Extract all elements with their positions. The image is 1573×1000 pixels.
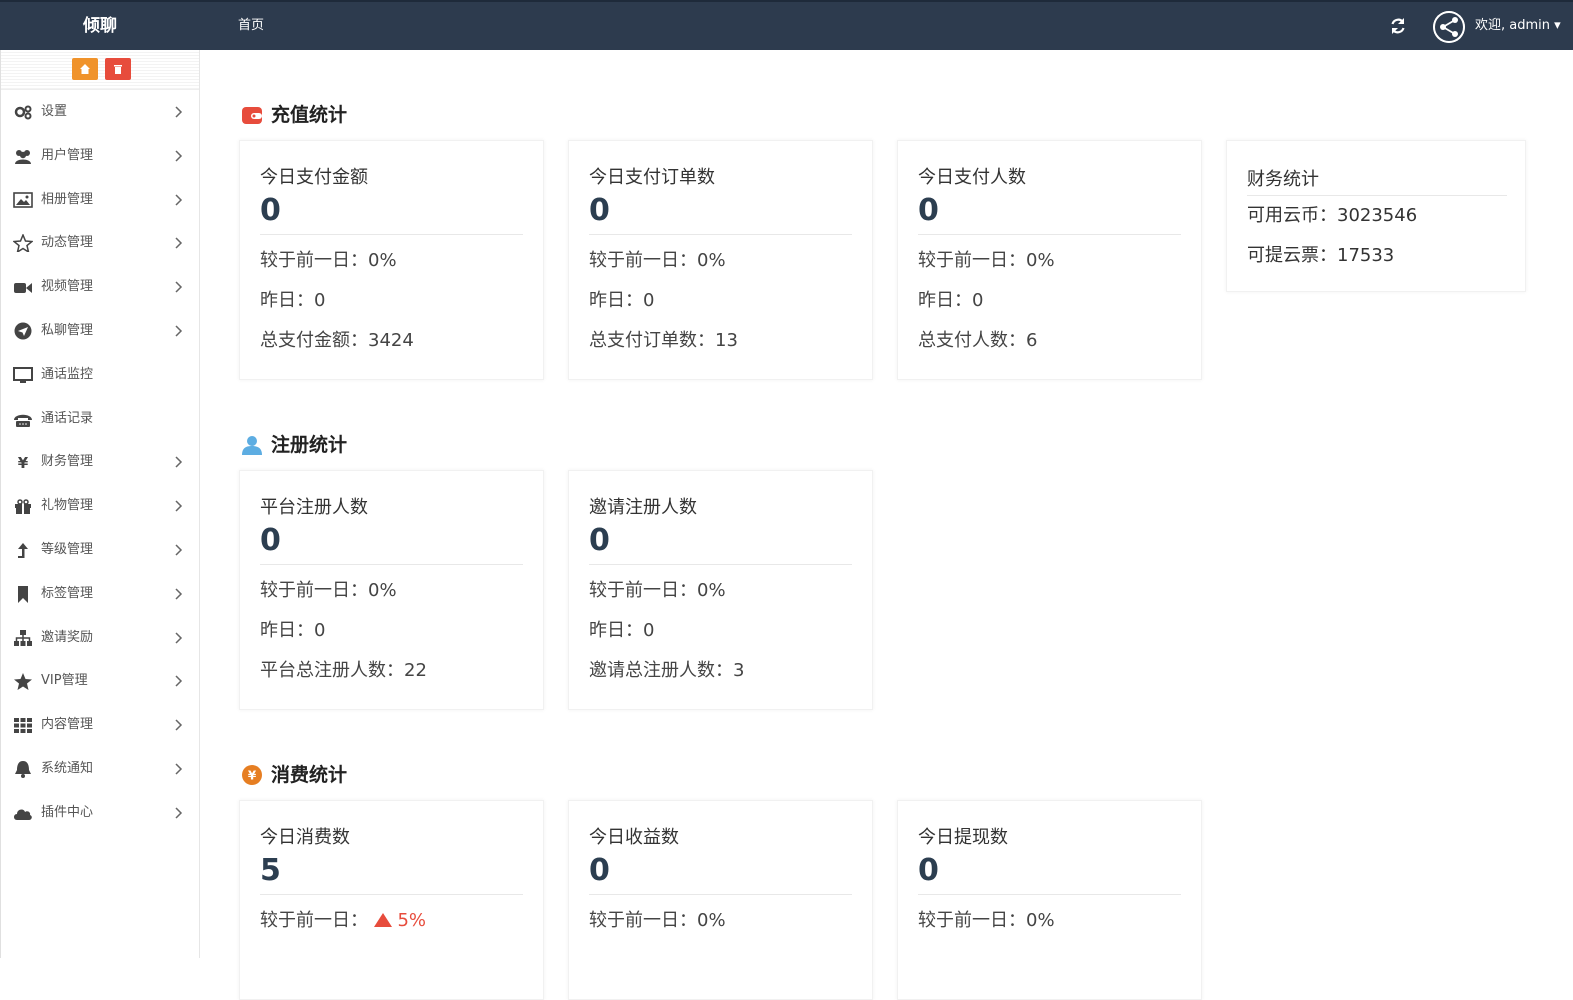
sidebar: 设置用户管理相册管理动态管理视频管理私聊管理通话监控通话记录 ¥ 财务管理礼物管理等… xyxy=(0,50,200,958)
chevron-right-icon xyxy=(175,675,183,687)
sidebar-item-8[interactable]: ¥ 财务管理 xyxy=(1,440,199,484)
chevron-right-icon xyxy=(175,456,183,468)
sidebar-item-label: 等级管理 xyxy=(41,541,94,557)
sidebar-item-11[interactable]: 标签管理 xyxy=(1,572,199,616)
level-up-icon xyxy=(18,542,28,558)
sidebar-item-16[interactable]: 插件中心 xyxy=(1,791,199,835)
trash-icon[interactable] xyxy=(105,58,131,80)
user-icon xyxy=(242,436,262,455)
gear-icon xyxy=(14,105,32,120)
card-pay-orders: 今日支付订单数 0 较于前一日：0% 昨日：0 总支付订单数：13 xyxy=(568,140,873,380)
brand-logo[interactable]: 倾聊 xyxy=(0,2,200,50)
user-menu[interactable]: 欢迎, admin ▾ xyxy=(1475,2,1561,50)
refresh-icon[interactable] xyxy=(1388,16,1408,36)
video-camera-icon xyxy=(14,283,32,294)
sidebar-item-label: 私聊管理 xyxy=(41,322,94,338)
picture-icon xyxy=(13,191,33,208)
card-platform-register: 平台注册人数 0 较于前一日：0% 昨日：0 平台总注册人数：22 xyxy=(239,470,544,710)
svg-text:¥: ¥ xyxy=(248,769,257,783)
chevron-right-icon xyxy=(175,325,183,337)
sidebar-item-12[interactable]: 邀请奖励 xyxy=(1,616,199,660)
sitemap-icon xyxy=(14,629,32,646)
up-triangle-icon xyxy=(373,913,392,927)
bookmark-icon xyxy=(18,585,28,603)
users-icon xyxy=(15,149,31,164)
chevron-right-icon xyxy=(175,500,183,512)
sidebar-item-label: 通话监控 xyxy=(41,366,94,382)
card-finance: 财务统计 可用云币：3023546 可提云票：17533 xyxy=(1226,140,1526,292)
sidebar-item-2[interactable]: 相册管理 xyxy=(1,178,199,222)
gift-icon xyxy=(15,499,31,515)
chevron-right-icon xyxy=(175,763,183,775)
sidebar-item-14[interactable]: 内容管理 xyxy=(1,703,199,747)
chevron-right-icon xyxy=(175,150,183,162)
sidebar-item-label: 财务管理 xyxy=(41,454,94,470)
wallet-icon xyxy=(242,107,262,124)
avatar[interactable] xyxy=(1433,11,1465,43)
sidebar-item-label: 系统通知 xyxy=(41,760,94,776)
chevron-right-icon xyxy=(175,719,183,731)
bell-icon xyxy=(15,760,31,778)
sidebar-item-7[interactable]: 通话记录 xyxy=(1,397,199,441)
chevron-right-icon xyxy=(175,281,183,293)
sidebar-item-15[interactable]: 系统通知 xyxy=(1,747,199,791)
cloud-icon xyxy=(14,809,32,820)
chevron-right-icon xyxy=(175,194,183,206)
grid-icon xyxy=(14,718,32,734)
sidebar-item-label: 标签管理 xyxy=(41,585,94,601)
section-consume-title: ¥ 消费统计 xyxy=(241,762,347,788)
sidebar-item-6[interactable]: 通话监控 xyxy=(1,353,199,397)
sidebar-item-0[interactable]: 设置 xyxy=(1,90,199,134)
sidebar-item-label: 设置 xyxy=(41,104,68,119)
sidebar-item-label: 邀请奖励 xyxy=(41,629,94,645)
chevron-right-icon xyxy=(175,632,183,644)
sidebar-item-13[interactable]: VIP管理 xyxy=(1,659,199,703)
sidebar-item-label: VIP管理 xyxy=(41,673,88,689)
compare-row: 较于前一日： 5% xyxy=(260,910,427,931)
svg-text:¥: ¥ xyxy=(18,454,29,471)
chevron-right-icon xyxy=(175,237,183,249)
card-income-today: 今日收益数 0 较于前一日：0% xyxy=(568,800,873,1000)
sidebar-item-label: 礼物管理 xyxy=(41,498,94,514)
chevron-right-icon xyxy=(175,544,183,556)
card-withdraw-today: 今日提现数 0 较于前一日：0% xyxy=(897,800,1202,1000)
sidebar-item-1[interactable]: 用户管理 xyxy=(1,134,199,178)
sidebar-item-label: 通话记录 xyxy=(41,410,94,426)
sidebar-item-label: 动态管理 xyxy=(41,235,94,251)
monitor-icon xyxy=(13,366,33,383)
paper-plane-icon xyxy=(14,322,32,340)
top-bar: 倾聊 首页 欢迎, admin ▾ xyxy=(0,0,1573,50)
sidebar-item-3[interactable]: 动态管理 xyxy=(1,221,199,265)
chevron-right-icon xyxy=(175,106,183,118)
card-pay-users: 今日支付人数 0 较于前一日：0% 昨日：0 总支付人数：6 xyxy=(897,140,1202,380)
nav-home-tab[interactable]: 首页 xyxy=(238,2,264,50)
card-consume-today: 今日消费数 5 较于前一日： 5% xyxy=(239,800,544,1000)
card-invite-register: 邀请注册人数 0 较于前一日：0% 昨日：0 邀请总注册人数：3 xyxy=(568,470,873,710)
card-pay-amount: 今日支付金额 0 较于前一日：0% 昨日：0 总支付金额：3424 xyxy=(239,140,544,380)
sidebar-item-label: 内容管理 xyxy=(41,717,94,733)
sidebar-item-label: 视频管理 xyxy=(41,279,94,295)
yen-icon: ¥ xyxy=(18,454,29,471)
star-icon xyxy=(14,673,32,691)
sidebar-item-10[interactable]: 等级管理 xyxy=(1,528,199,572)
sidebar-item-4[interactable]: 视频管理 xyxy=(1,265,199,309)
sidebar-item-label: 用户管理 xyxy=(41,147,94,163)
section-register-title: 注册统计 xyxy=(241,432,347,458)
chevron-right-icon xyxy=(175,807,183,819)
phone-icon xyxy=(14,414,32,427)
main-content: 充值统计 今日支付金额 0 较于前一日：0% 昨日：0 总支付金额：3424 今… xyxy=(201,50,1573,1000)
sidebar-menu: 设置用户管理相册管理动态管理视频管理私聊管理通话监控通话记录 ¥ 财务管理礼物管理等… xyxy=(1,90,199,835)
yen-coin-icon: ¥ xyxy=(242,765,262,785)
section-recharge-title: 充值统计 xyxy=(241,102,347,128)
sidebar-item-5[interactable]: 私聊管理 xyxy=(1,309,199,353)
chevron-right-icon xyxy=(175,588,183,600)
sidebar-toolbar xyxy=(1,50,199,90)
home-icon[interactable] xyxy=(72,58,98,80)
sidebar-item-label: 插件中心 xyxy=(41,804,94,820)
sidebar-item-9[interactable]: 礼物管理 xyxy=(1,484,199,528)
sidebar-item-label: 相册管理 xyxy=(41,191,94,207)
star-outline-icon xyxy=(13,234,33,253)
